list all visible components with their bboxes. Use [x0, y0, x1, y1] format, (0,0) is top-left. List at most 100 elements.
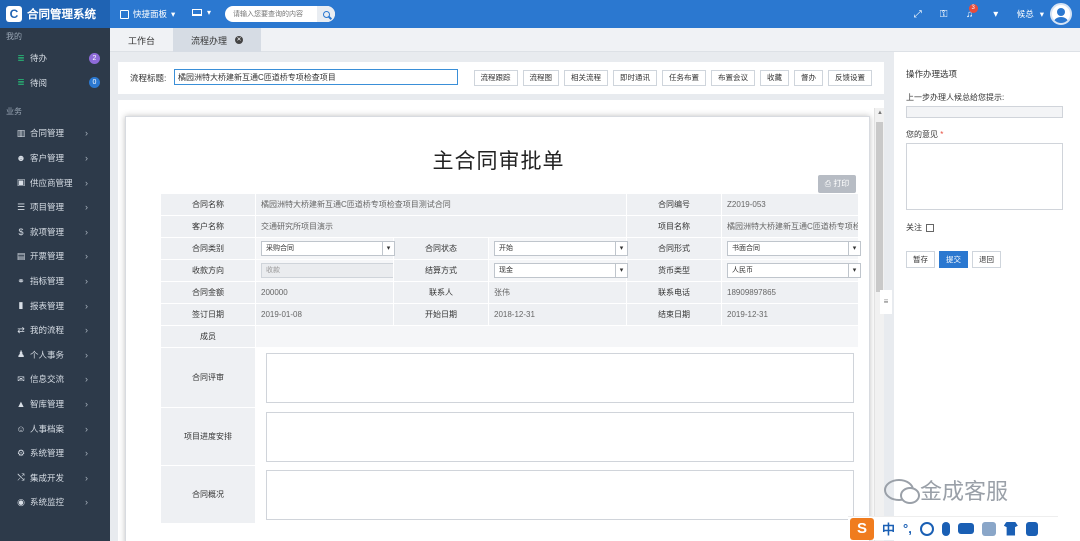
avatar: [1050, 3, 1072, 25]
sidebar-item-thinktank[interactable]: ▲ 智库管理 ›: [0, 392, 110, 417]
follow-checkbox-row[interactable]: 关注: [906, 222, 934, 233]
search-button[interactable]: [317, 6, 335, 22]
scroll-up-icon[interactable]: ▲: [877, 110, 883, 116]
toolbox-icon[interactable]: [1025, 521, 1038, 536]
sidebar-item-myflow[interactable]: ⇄ 我的流程 ›: [0, 318, 110, 343]
vertical-scrollbar[interactable]: ▲: [874, 108, 884, 541]
contact-value: 张伟: [487, 281, 628, 304]
sidebar-item-customer[interactable]: ☻ 客户管理 ›: [0, 146, 110, 171]
sogou-logo-icon[interactable]: S: [850, 517, 874, 540]
sidebar-item-report[interactable]: ▮ 报表管理 ›: [0, 293, 110, 318]
emoji-icon[interactable]: [919, 521, 934, 536]
sidebar-item-hr[interactable]: ☺ 人事档案 ›: [0, 416, 110, 441]
sidebar-item-label: 人事档案: [30, 423, 65, 434]
flow-track-button[interactable]: 流程跟踪: [473, 70, 518, 86]
form-label: 结束日期: [626, 303, 723, 326]
favorite-button[interactable]: 收藏: [760, 70, 789, 86]
chevron-right-icon: ›: [85, 300, 88, 311]
follow-checkbox[interactable]: [926, 223, 934, 232]
sidebar-item-system[interactable]: ⚙ 系统管理 ›: [0, 441, 110, 466]
header-actions: ⤢ ⚿ ♫ 3 ▾ 候总 ▾: [905, 0, 1080, 28]
sidebar-item-invoice[interactable]: ▤ 开票管理 ›: [0, 244, 110, 269]
fullscreen-icon[interactable]: ⤢: [905, 9, 931, 20]
microphone-icon[interactable]: [941, 521, 950, 536]
sidebar-item-todo[interactable]: ≣ 待办 2: [0, 46, 110, 71]
skin-shirt-icon[interactable]: [1003, 521, 1018, 536]
save-draft-button[interactable]: 暂存: [906, 251, 935, 268]
supervise-button[interactable]: 督办: [794, 70, 823, 86]
wechat-icon: [884, 479, 920, 504]
assign-task-button[interactable]: 任务布置: [662, 70, 706, 86]
tab-flow-process[interactable]: 流程办理 ✕: [173, 28, 262, 52]
sidebar-item-label: 供应商管理: [30, 177, 73, 188]
opinion-textarea[interactable]: [906, 143, 1063, 210]
overview-textarea[interactable]: [266, 469, 854, 520]
feedback-settings-button[interactable]: 反馈设置: [828, 70, 872, 86]
keyboard-icon[interactable]: [957, 523, 974, 534]
users-icon: ☻: [16, 153, 26, 164]
form-table: 合同名称 橘园洲特大桥建新互通C匝道桥专项检查项目测试合同 合同编号 Z2019…: [160, 193, 862, 524]
form-type-select[interactable]: 书面合同 ▾: [727, 241, 862, 256]
print-button[interactable]: ⎙ 打印: [818, 175, 856, 193]
toread-count-badge: 0: [89, 77, 100, 89]
user-icon[interactable]: [981, 521, 996, 536]
user-menu[interactable]: 候总 ▾: [1017, 3, 1072, 25]
status-select[interactable]: 开始 ▾: [494, 241, 628, 256]
close-icon[interactable]: ✕: [235, 36, 244, 44]
schedule-textarea[interactable]: [266, 411, 854, 462]
lock-icon[interactable]: ⚿: [931, 9, 957, 20]
screen-menu[interactable]: ▾: [192, 8, 211, 17]
flow-chart-button[interactable]: 流程图: [522, 70, 559, 86]
return-button[interactable]: 退回: [972, 251, 1001, 268]
form-label: 签订日期: [160, 303, 256, 326]
group-icon: ☺: [16, 423, 26, 434]
shuffle-icon: ⤭: [17, 472, 25, 483]
caret-down-icon: ▾: [207, 8, 212, 17]
sidebar: 我的 ≣ 待办 2 ≣ 待阅 0 业务 ▥ 合同管理 › ☻ 客户管理 › ▣ 供应商管理…: [0, 28, 110, 541]
sidebar-item-personal[interactable]: ♟ 个人事务 ›: [0, 343, 110, 368]
chevron-right-icon: ›: [85, 472, 88, 483]
top-header: C 合同管理系统 快捷面板 ▾ ▾ ⤢ ⚿ ♫3 ▾ 候总 ▾: [0, 0, 1080, 28]
sidebar-item-message[interactable]: ✉ 信息交流 ›: [0, 367, 110, 392]
related-flow-button[interactable]: 相关流程: [564, 70, 608, 86]
brand[interactable]: C 合同管理系统: [0, 0, 110, 28]
tab-workbench[interactable]: 工作台: [110, 28, 173, 52]
form-label: 收款方向: [160, 259, 256, 282]
caret-down-icon[interactable]: ▾: [983, 9, 1009, 20]
sidebar-item-monitor[interactable]: ◉ 系统监控 ›: [0, 490, 110, 515]
project-value: 橘园洲特大桥建新互通C匝道桥专项检查: [721, 215, 860, 238]
bell-icon[interactable]: ♫ 3: [957, 3, 983, 20]
sidebar-item-payment[interactable]: $ 款项管理 ›: [0, 220, 110, 245]
table-row: 收款方向 收款 结算方式 现金 ▾ 货币类型 人民币 ▾: [160, 259, 862, 282]
panel-toggle-icon[interactable]: ≡: [880, 290, 892, 314]
sign-date-value: 2019-01-08: [255, 303, 394, 326]
review-textarea[interactable]: [266, 352, 854, 403]
sidebar-item-label: 项目管理: [30, 202, 65, 213]
eye-icon: ◉: [17, 496, 25, 507]
arrange-meeting-button[interactable]: 布置会议: [711, 70, 755, 86]
sidebar-item-project[interactable]: ☰ 项目管理 ›: [0, 195, 110, 220]
members-value[interactable]: [254, 325, 860, 348]
sidebar-item-toread[interactable]: ≣ 待阅 0: [0, 71, 110, 96]
sidebar-item-integration[interactable]: ⤭ 集成开发 ›: [0, 466, 110, 491]
settle-select[interactable]: 现金 ▾: [494, 263, 628, 278]
sidebar-item-supplier[interactable]: ▣ 供应商管理 ›: [0, 170, 110, 195]
category-select[interactable]: 采购合同 ▾: [261, 241, 395, 256]
submit-button[interactable]: 提交: [939, 251, 968, 268]
currency-select[interactable]: 人民币 ▾: [727, 263, 862, 278]
sidebar-item-indicator[interactable]: ⚭ 指标管理 ›: [0, 269, 110, 294]
sidebar-item-contract[interactable]: ▥ 合同管理 ›: [0, 121, 110, 146]
search-input[interactable]: [225, 6, 313, 22]
global-search: [225, 6, 335, 22]
ime-punct-toggle[interactable]: °,: [903, 521, 912, 536]
follow-label: 关注: [906, 223, 922, 232]
invoice-icon: ▤: [16, 250, 26, 261]
page-tabs: 工作台 流程办理 ✕: [110, 28, 1080, 52]
sidebar-item-label: 报表管理: [30, 300, 65, 311]
instant-message-button[interactable]: 即时通讯: [613, 70, 657, 86]
sidebar-section-business: 业务: [6, 107, 22, 117]
flow-title-input[interactable]: [174, 69, 458, 85]
scrollbar-thumb[interactable]: [876, 122, 883, 292]
quick-panel-menu[interactable]: 快捷面板 ▾: [120, 8, 175, 20]
ime-lang-toggle[interactable]: 中: [882, 519, 895, 538]
